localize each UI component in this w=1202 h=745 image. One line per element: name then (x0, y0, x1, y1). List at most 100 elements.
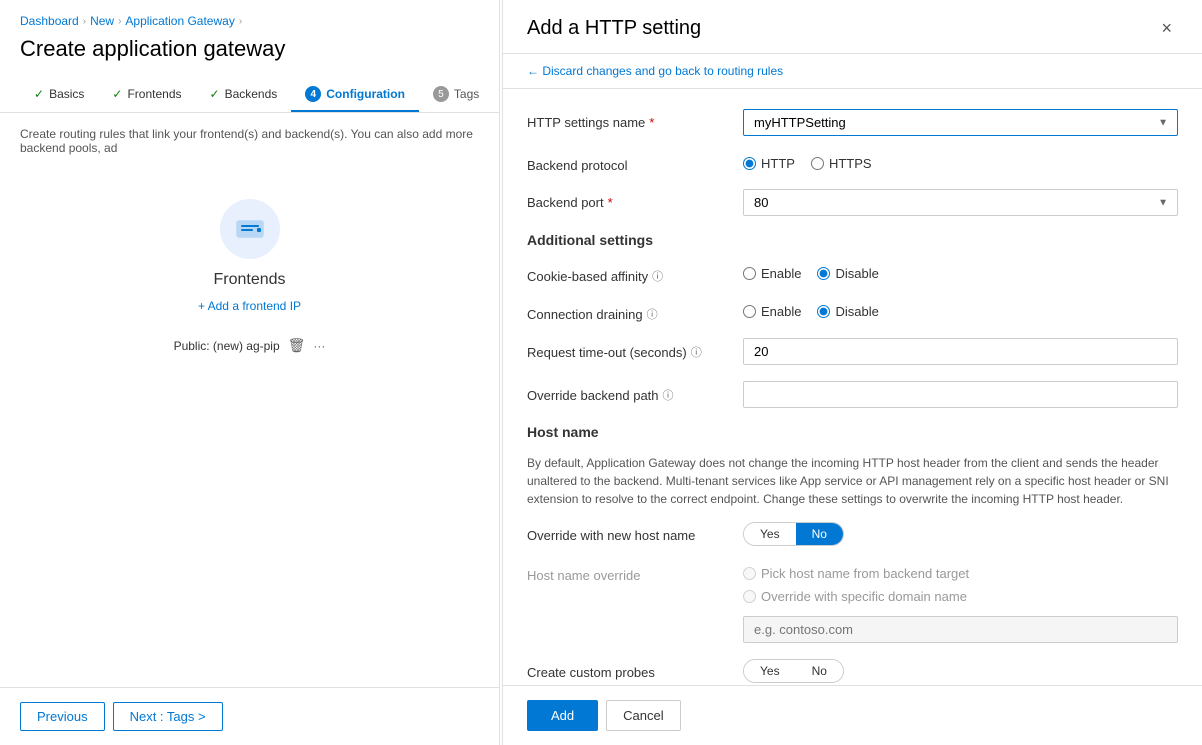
delete-icon[interactable]: 🗑 (288, 337, 306, 354)
pick-host-name-label: Pick host name from backend target (761, 566, 969, 581)
connection-draining-label: Connection draining ⓘ (527, 300, 727, 322)
close-button[interactable]: × (1155, 16, 1178, 41)
draining-disable-radio[interactable] (817, 305, 830, 318)
draining-enable-option[interactable]: Enable (743, 304, 801, 319)
http-settings-name-input[interactable] (743, 109, 1178, 136)
host-name-override-row: Host name override Pick host name from b… (527, 562, 1178, 643)
breadcrumb-appgw[interactable]: Application Gateway (125, 14, 234, 28)
tab-basics[interactable]: ✓ Basics (20, 79, 98, 111)
bottom-bar: Previous Next : Tags > (0, 687, 500, 745)
http-settings-name-control: ▼ (743, 109, 1178, 136)
domain-name-input (743, 616, 1178, 643)
center-content: Frontends + Add a frontend IP Public: (n… (0, 199, 499, 358)
tab-tags-label: Tags (454, 87, 479, 101)
host-name-description: By default, Application Gateway does not… (527, 454, 1178, 508)
draining-enable-label: Enable (761, 304, 801, 319)
protocol-https-label: HTTPS (829, 156, 872, 171)
create-custom-probes-label: Create custom probes (527, 659, 727, 680)
right-panel: Add a HTTP setting × ← Discard changes a… (502, 0, 1202, 745)
add-button[interactable]: Add (527, 700, 598, 731)
draining-enable-radio[interactable] (743, 305, 756, 318)
next-button[interactable]: Next : Tags > (113, 702, 223, 731)
override-backend-path-control (743, 381, 1178, 408)
add-frontend-link[interactable]: + Add a frontend IP (198, 299, 301, 313)
cancel-button[interactable]: Cancel (606, 700, 680, 731)
cookie-affinity-row: Cookie-based affinity ⓘ Enable Disable (527, 262, 1178, 284)
draining-disable-option[interactable]: Disable (817, 304, 878, 319)
breadcrumb-sep-1: › (83, 16, 86, 27)
check-backends: ✓ (210, 87, 220, 101)
protocol-https-option[interactable]: HTTPS (811, 156, 872, 171)
backend-protocol-radio-group: HTTP HTTPS (743, 152, 1178, 171)
more-options-icon[interactable]: ··· (313, 339, 325, 353)
connection-draining-radio-group: Enable Disable (743, 300, 1178, 319)
protocol-http-option[interactable]: HTTP (743, 156, 795, 171)
host-name-override-radios: Pick host name from backend target Overr… (743, 562, 1178, 643)
required-star-2: * (608, 195, 613, 210)
cookie-affinity-radio-group: Enable Disable (743, 262, 1178, 281)
frontend-item-text: Public: (new) ag-pip (174, 339, 280, 353)
breadcrumb-dashboard[interactable]: Dashboard (20, 14, 79, 28)
host-name-override-label: Host name override (527, 562, 727, 583)
pick-host-name-radio (743, 567, 756, 580)
cookie-affinity-info-icon: ⓘ (652, 268, 663, 284)
cookie-disable-radio[interactable] (817, 267, 830, 280)
frontends-label: Frontends (213, 271, 285, 289)
request-timeout-info-icon: ⓘ (691, 344, 702, 360)
pick-host-name-option: Pick host name from backend target (743, 566, 1178, 581)
backend-protocol-label: Backend protocol (527, 152, 727, 173)
tab-tags[interactable]: 5 Tags (419, 78, 493, 112)
connection-draining-info-icon: ⓘ (647, 306, 658, 322)
cookie-disable-option[interactable]: Disable (817, 266, 878, 281)
request-timeout-row: Request time-out (seconds) ⓘ (527, 338, 1178, 365)
tab-backends[interactable]: ✓ Backends (196, 79, 292, 111)
protocol-http-radio[interactable] (743, 157, 756, 170)
request-timeout-control (743, 338, 1178, 365)
additional-settings-title: Additional settings (527, 232, 1178, 248)
num-tags: 5 (433, 86, 449, 102)
create-custom-probes-control: Yes No (743, 659, 1178, 683)
breadcrumb-sep-3: › (239, 16, 242, 27)
cookie-affinity-control: Enable Disable (743, 262, 1178, 281)
backend-protocol-control: HTTP HTTPS (743, 152, 1178, 171)
custom-probes-no-button[interactable]: No (796, 660, 843, 682)
protocol-https-radio[interactable] (811, 157, 824, 170)
protocol-http-label: HTTP (761, 156, 795, 171)
panel-title: Add a HTTP setting (527, 17, 701, 40)
override-specific-domain-option: Override with specific domain name (743, 589, 1178, 604)
backend-port-control: 80 443 8080 ▼ (743, 189, 1178, 216)
tab-backends-label: Backends (225, 87, 278, 101)
tab-basics-label: Basics (49, 87, 84, 101)
tab-configuration[interactable]: 4 Configuration (291, 78, 419, 112)
cookie-enable-label: Enable (761, 266, 801, 281)
override-no-button[interactable]: No (796, 523, 843, 545)
custom-probes-yes-button[interactable]: Yes (744, 660, 796, 682)
description-text: Create routing rules that link your fron… (0, 113, 499, 169)
override-yes-button[interactable]: Yes (744, 523, 796, 545)
host-name-override-control: Pick host name from backend target Overr… (743, 562, 1178, 643)
frontends-icon (220, 199, 280, 259)
page-title: Create application gateway (0, 36, 499, 78)
previous-button[interactable]: Previous (20, 702, 105, 731)
wizard-tabs: ✓ Basics ✓ Frontends ✓ Backends 4 Config… (0, 78, 499, 113)
backend-port-select[interactable]: 80 443 8080 (743, 189, 1178, 216)
tab-frontends[interactable]: ✓ Frontends (98, 79, 195, 111)
override-backend-path-label: Override backend path ⓘ (527, 381, 727, 403)
override-backend-path-row: Override backend path ⓘ (527, 381, 1178, 408)
request-timeout-input[interactable] (743, 338, 1178, 365)
cookie-enable-option[interactable]: Enable (743, 266, 801, 281)
breadcrumb-new[interactable]: New (90, 14, 114, 28)
override-backend-path-input[interactable] (743, 381, 1178, 408)
override-host-name-toggle: Yes No (743, 522, 844, 546)
http-settings-name-row: HTTP settings name * ▼ (527, 109, 1178, 136)
cookie-enable-radio[interactable] (743, 267, 756, 280)
create-custom-probes-row: Create custom probes Yes No (527, 659, 1178, 683)
panel-header: Add a HTTP setting × (503, 0, 1202, 54)
frontend-item: Public: (new) ag-pip 🗑 ··· (174, 333, 326, 358)
check-basics: ✓ (34, 87, 44, 101)
tab-configuration-label: Configuration (326, 87, 405, 101)
override-host-name-control: Yes No (743, 522, 1178, 546)
back-to-routing-link[interactable]: ← Discard changes and go back to routing… (503, 54, 1202, 89)
required-star: * (649, 115, 654, 130)
backend-protocol-row: Backend protocol HTTP HTTPS (527, 152, 1178, 173)
